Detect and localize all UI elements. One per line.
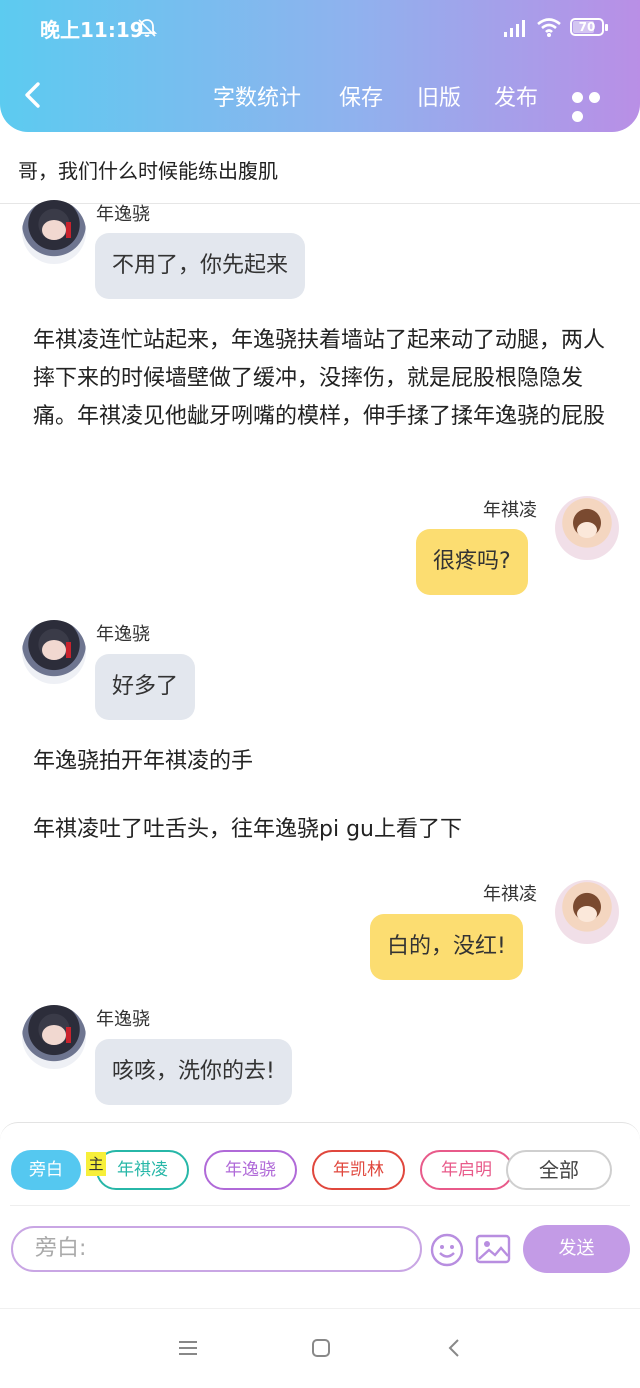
message-bubble[interactable]: 好多了 [95, 654, 196, 720]
signal-icon [504, 20, 525, 37]
character-chip[interactable]: 年祺凌 [96, 1150, 189, 1190]
character-chip-narration[interactable]: 旁白 [11, 1150, 81, 1190]
battery-indicator: 70 [570, 18, 604, 36]
speaker-name: 年逸骁 [96, 204, 150, 225]
all-characters-button[interactable]: 全部 [506, 1150, 612, 1190]
character-chip[interactable]: 年逸骁 [204, 1150, 297, 1190]
speaker-name: 年祺凌 [483, 500, 537, 521]
old-version-button[interactable]: 旧版 [417, 80, 461, 112]
chapter-title: 哥，我们什么时候能练出腹肌 [18, 159, 278, 183]
avatar-nianqiling[interactable] [555, 880, 619, 944]
emoji-icon[interactable] [430, 1233, 464, 1267]
battery-level: 70 [578, 20, 596, 34]
message-bubble[interactable]: 不用了，你先起来 [95, 233, 306, 299]
message-bubble[interactable]: 白的，没红! [370, 914, 523, 980]
message-input[interactable]: 旁白: [11, 1226, 422, 1272]
image-icon[interactable] [475, 1234, 511, 1264]
save-button[interactable]: 保存 [339, 80, 383, 112]
main-character-tag: 主 [86, 1152, 106, 1176]
menu-icon[interactable] [178, 1340, 198, 1356]
publish-button[interactable]: 发布 [494, 80, 538, 112]
bell-muted-icon [136, 19, 158, 37]
speaker-name: 年祺凌 [483, 884, 537, 905]
send-button[interactable]: 发送 [523, 1225, 630, 1273]
avatar-nianyixiao[interactable] [22, 1005, 86, 1069]
narration-text[interactable]: 年祺凌连忙站起来，年逸骁扶着墙站了起来动了动腿，两人摔下来的时候墙壁做了缓冲，没… [33, 322, 613, 436]
back-arrow-icon[interactable] [22, 80, 44, 110]
divider [10, 1205, 630, 1206]
status-time: 晚上11:19 [40, 18, 144, 42]
avatar-nianyixiao[interactable] [22, 200, 86, 264]
narration-text[interactable]: 年祺凌吐了吐舌头，往年逸骁pi gu上看了下 [33, 811, 613, 849]
narration-text[interactable]: 年逸骁拍开年祺凌的手 [33, 743, 613, 781]
nav-back-icon[interactable] [447, 1338, 461, 1358]
message-bubble[interactable]: 咳咳，洗你的去! [95, 1039, 292, 1105]
message-bubble[interactable]: 很疼吗? [416, 529, 528, 595]
avatar-nianqiling[interactable] [555, 496, 619, 560]
top-header: 晚上11:19 70 字数统计 保存 旧版 发布 [0, 0, 640, 132]
more-options-icon[interactable] [572, 88, 622, 122]
word-count-button[interactable]: 字数统计 [213, 80, 301, 112]
speaker-name: 年逸骁 [96, 1009, 150, 1030]
home-icon[interactable] [311, 1338, 331, 1358]
avatar-nianyixiao[interactable] [22, 620, 86, 684]
wifi-icon [537, 18, 561, 37]
speaker-name: 年逸骁 [96, 624, 150, 645]
character-chip[interactable]: 年凯林 [312, 1150, 405, 1190]
character-chip[interactable]: 年启明 [420, 1150, 513, 1190]
